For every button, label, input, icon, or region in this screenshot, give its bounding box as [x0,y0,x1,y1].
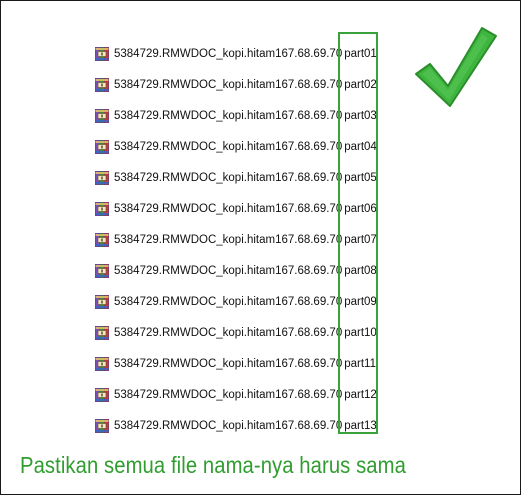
file-name-base: 5384729.RMWDOC_kopi.hitam167.68.69.70 [114,264,343,277]
winrar-archive-icon [94,356,110,372]
file-name-base: 5384729.RMWDOC_kopi.hitam167.68.69.70 [114,47,343,60]
winrar-archive-icon [94,232,110,248]
file-name-base: 5384729.RMWDOC_kopi.hitam167.68.69.70 [114,140,343,153]
green-checkmark-icon [412,20,498,110]
winrar-archive-icon [94,139,110,155]
file-name-base: 5384729.RMWDOC_kopi.hitam167.68.69.70 [114,171,343,184]
file-name-base: 5384729.RMWDOC_kopi.hitam167.68.69.70 [114,202,343,215]
winrar-archive-icon [94,387,110,403]
winrar-archive-icon [94,77,110,93]
winrar-archive-icon [94,170,110,186]
winrar-archive-icon [94,46,110,62]
winrar-archive-icon [94,294,110,310]
file-name-base: 5384729.RMWDOC_kopi.hitam167.68.69.70 [114,233,343,246]
winrar-archive-icon [94,263,110,279]
file-name-base: 5384729.RMWDOC_kopi.hitam167.68.69.70 [114,388,343,401]
file-name-base: 5384729.RMWDOC_kopi.hitam167.68.69.70 [114,357,343,370]
file-name-base: 5384729.RMWDOC_kopi.hitam167.68.69.70 [114,326,343,339]
file-name-base: 5384729.RMWDOC_kopi.hitam167.68.69.70 [114,78,343,91]
winrar-archive-icon [94,418,110,434]
winrar-archive-icon [94,201,110,217]
winrar-archive-icon [94,108,110,124]
file-name-base: 5384729.RMWDOC_kopi.hitam167.68.69.70 [114,295,343,308]
file-name-base: 5384729.RMWDOC_kopi.hitam167.68.69.70 [114,419,343,432]
file-name-base: 5384729.RMWDOC_kopi.hitam167.68.69.70 [114,109,343,122]
winrar-archive-icon [94,325,110,341]
instruction-caption: Pastikan semua file nama-nya harus sama [20,452,406,478]
part-suffix-highlight-box [338,32,378,434]
